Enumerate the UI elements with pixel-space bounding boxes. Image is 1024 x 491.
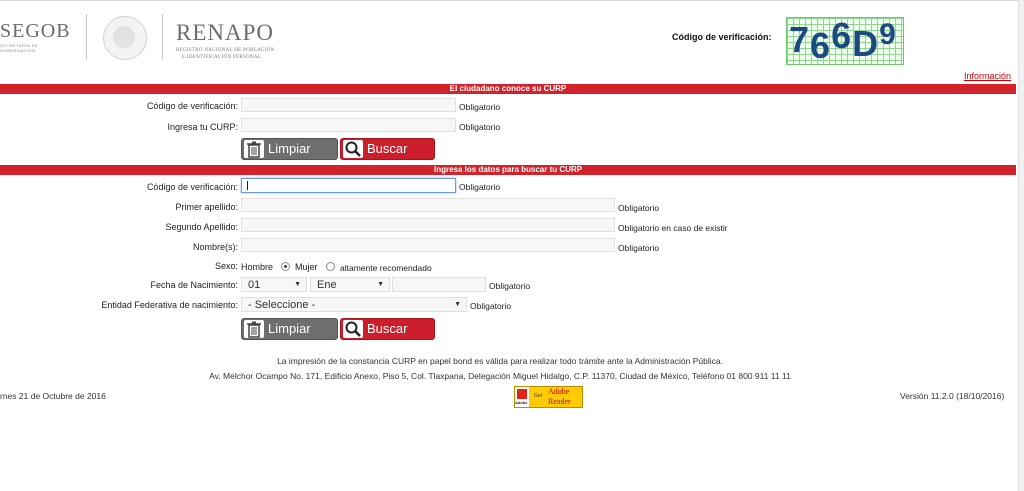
state-select[interactable]: - Seleccione - ▼ (241, 297, 467, 312)
s1-search-label: Buscar (367, 141, 408, 156)
s2-captcha-required: Obligatorio (459, 182, 501, 192)
sex-label: Sexo: (214, 261, 238, 271)
names-input[interactable] (241, 238, 615, 252)
birthdate-required: Obligatorio (489, 281, 531, 291)
segob-logo-subtitle-2: GOBERNACIÓN (0, 48, 36, 53)
sex-male-radio[interactable] (281, 262, 290, 271)
s1-clear-button[interactable]: Limpiar (241, 138, 338, 160)
s1-curp-required: Obligatorio (459, 122, 501, 132)
footer-version: Versión 11.2.0 (18/10/2016) (900, 391, 1005, 401)
captcha-char: 6 (810, 25, 832, 66)
s2-captcha-input[interactable] (241, 178, 456, 193)
captcha-char: 9 (879, 18, 897, 51)
sex-female-label: Mujer (295, 262, 318, 272)
captcha-char: 7 (789, 19, 811, 60)
adobe-logo-icon: Adobe (515, 387, 529, 407)
national-seal-inner (113, 26, 135, 48)
second-surname-label: Segundo Apellido: (165, 222, 238, 232)
search-icon (343, 140, 363, 158)
footer-notice: La impresión de la constancia CURP en pa… (277, 356, 723, 366)
curp-input[interactable] (241, 118, 456, 132)
first-surname-label: Primer apellido: (175, 202, 238, 212)
header-captcha-label: Código de verificación: (672, 32, 772, 42)
adobe-name-text: Adobe Reader (548, 387, 571, 406)
captcha-char: D (852, 23, 880, 64)
sex-male-label: Hombre (241, 262, 274, 272)
s2-search-label: Buscar (367, 321, 408, 336)
trash-icon (244, 320, 264, 338)
s2-clear-button[interactable]: Limpiar (241, 318, 338, 340)
second-surname-input[interactable] (241, 218, 615, 232)
renapo-logo: RENAPO (176, 20, 275, 45)
adobe-reader-link[interactable]: Adobe Get Adobe Reader (514, 386, 583, 408)
names-required: Obligatorio (618, 243, 660, 253)
s1-captcha-label: Código de verificación: (146, 101, 238, 111)
state-required: Obligatorio (470, 301, 512, 311)
s2-search-button[interactable]: Buscar (340, 318, 435, 340)
trash-icon (244, 140, 264, 158)
first-surname-input[interactable] (241, 198, 615, 212)
s1-curp-label: Ingresa tu CURP: (167, 122, 238, 132)
sex-female-radio[interactable] (326, 262, 335, 271)
logo-divider (162, 14, 163, 60)
birth-day-select[interactable]: 01 ▼ (241, 277, 307, 292)
sex-note: altamente recomendado (340, 263, 432, 273)
logo-divider (86, 14, 87, 60)
chevron-down-icon: ▼ (377, 281, 384, 288)
chevron-down-icon: ▼ (294, 281, 301, 288)
vertical-scrollbar[interactable] (1018, 0, 1024, 491)
s2-captcha-label: Código de verificación: (146, 182, 238, 192)
names-label: Nombre(s): (192, 242, 238, 252)
search-icon (343, 320, 363, 338)
footer-date: rnes 21 de Octubre de 2016 (0, 391, 106, 401)
captcha-char: 6 (831, 15, 853, 56)
second-surname-required: Obligatorio en caso de existir (618, 223, 728, 233)
first-surname-required: Obligatorio (618, 203, 660, 213)
section1-title: El ciudadano conoce su CURP (0, 84, 1016, 94)
s1-captcha-required: Obligatorio (459, 102, 501, 112)
chevron-down-icon: ▼ (454, 301, 461, 308)
captcha-image: 766D9 (786, 15, 904, 66)
s1-captcha-input[interactable] (241, 98, 456, 112)
s1-clear-label: Limpiar (268, 141, 311, 156)
s2-clear-label: Limpiar (268, 321, 311, 336)
birth-month-select[interactable]: Ene ▼ (310, 277, 390, 292)
adobe-get-text: Get (534, 393, 543, 399)
footer-address: Av. Melchor Ocampo No. 171, Edificio Ane… (209, 371, 791, 381)
state-label: Entidad Federativa de nacimiento: (101, 300, 238, 310)
segob-logo: SEGOB SECRETARÍA DE GOBERNACIÓN (0, 20, 71, 53)
section2-title: Ingresa los datos para buscar tu CURP (0, 165, 1016, 175)
info-link[interactable]: Información (964, 71, 1011, 81)
renapo-subtitle: REGISTRO NACIONAL DE POBLACIÓN E IDENTIF… (176, 48, 275, 60)
birth-year-input[interactable] (392, 277, 486, 292)
s1-search-button[interactable]: Buscar (340, 138, 435, 160)
birthdate-label: Fecha de Nacimiento: (150, 280, 238, 290)
browser-top-border (0, 0, 1018, 5)
